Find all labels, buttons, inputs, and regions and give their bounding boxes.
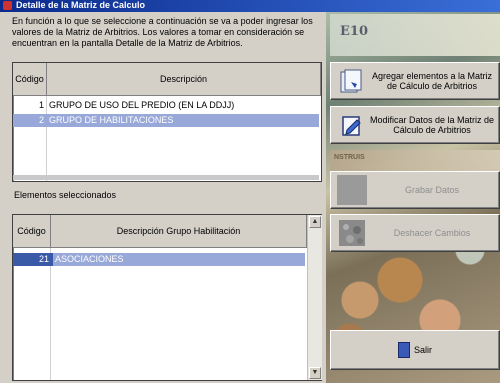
undo-icon — [337, 218, 367, 248]
column-header-descripcion-grupo[interactable]: Descripción Grupo Habilitación — [51, 215, 307, 248]
column-header-codigo[interactable]: Código — [13, 63, 47, 96]
grid-header: Código Descripción Grupo Habilitación — [13, 215, 307, 248]
elements-grid[interactable]: Código Descripción 1 GRUPO DE USO DEL PR… — [12, 62, 322, 182]
column-header-codigo[interactable]: Código — [13, 215, 51, 248]
modificar-label: Modificar Datos de la Matriz de Cálculo … — [369, 115, 495, 135]
cell-descripcion: GRUPO DE USO DEL PREDIO (EN LA DDJJ) — [49, 100, 235, 110]
banknote-text: NSTRUIS — [334, 154, 365, 161]
intro-text: En función a lo que se seleccione a cont… — [12, 16, 313, 48]
table-row-selected[interactable]: 2 GRUPO DE HABILITACIONES — [13, 114, 319, 127]
window-title: Detalle de la Matriz de Calculo — [16, 0, 146, 10]
edit-document-icon — [337, 110, 367, 140]
grid-separator — [50, 248, 51, 380]
grabar-datos-button[interactable]: Grabar Datos — [330, 171, 500, 209]
deshacer-cambios-button[interactable]: Deshacer Cambios — [330, 214, 500, 252]
salir-button[interactable]: Salir — [330, 330, 500, 370]
modificar-datos-button[interactable]: Modificar Datos de la Matriz de Cálculo … — [330, 106, 500, 144]
banknote-image: E10 — [330, 14, 500, 56]
window-titlebar[interactable]: Detalle de la Matriz de Calculo — [0, 0, 500, 12]
column-header-descripcion[interactable]: Descripción — [47, 63, 321, 96]
vertical-scrollbar[interactable]: ▲ ▼ — [307, 215, 322, 380]
app-icon — [3, 1, 12, 10]
cell-codigo: 2 — [38, 115, 44, 125]
agregar-label: Agregar elementos a la Matriz de Cálculo… — [371, 71, 493, 91]
exit-door-icon — [397, 342, 410, 358]
grabar-label: Grabar Datos — [404, 185, 460, 195]
add-document-icon — [337, 66, 367, 96]
agregar-elementos-button[interactable]: Agregar elementos a la Matriz de Cálculo… — [330, 62, 500, 100]
table-row[interactable]: 1 GRUPO DE USO DEL PREDIO (EN LA DDJJ) — [13, 99, 319, 112]
deshacer-label: Deshacer Cambios — [393, 228, 471, 238]
cell-codigo: 1 — [38, 100, 44, 110]
selected-grid[interactable]: Código Descripción Grupo Habilitación 21… — [12, 214, 322, 381]
scroll-up-arrow[interactable]: ▲ — [309, 216, 321, 228]
cell-codigo: 21 — [38, 254, 49, 264]
table-row-selected[interactable]: 21 ASOCIACIONES — [13, 253, 305, 266]
grid-header: Código Descripción — [13, 63, 321, 96]
banknote-text: E10 — [340, 24, 368, 39]
save-icon — [337, 175, 367, 205]
cell-descripcion: ASOCIACIONES — [53, 253, 305, 266]
selected-elements-label: Elementos seleccionados — [14, 190, 117, 200]
salir-label: Salir — [413, 345, 432, 355]
grid-bottom-band — [13, 175, 319, 180]
scroll-down-arrow[interactable]: ▼ — [309, 367, 321, 379]
cell-descripcion: GRUPO DE HABILITACIONES — [49, 115, 174, 125]
